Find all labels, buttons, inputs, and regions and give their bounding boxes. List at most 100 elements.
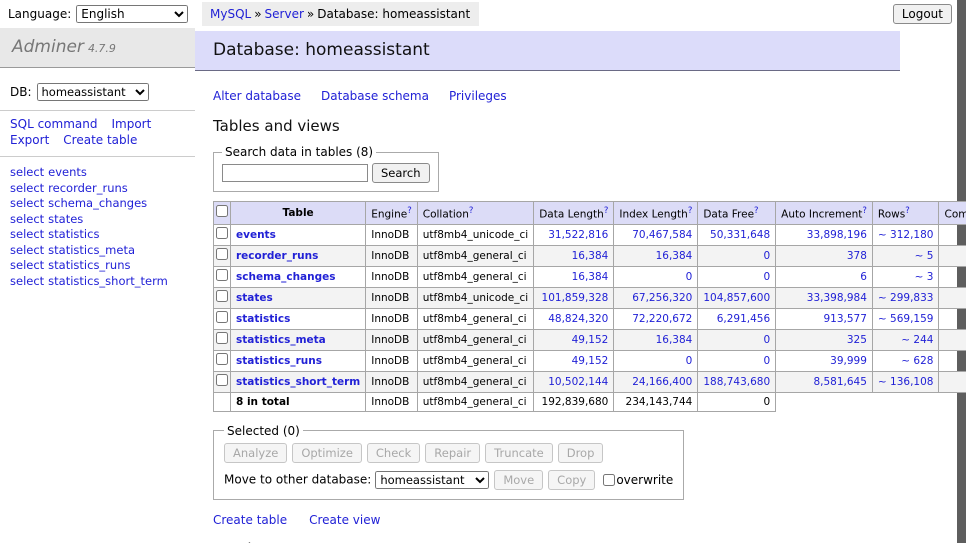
table-name-link[interactable]: recorder_runs	[236, 250, 318, 262]
table-name-link[interactable]: states	[236, 292, 273, 304]
drop-button[interactable]: Drop	[558, 443, 604, 463]
table-name-link[interactable]: statistics_short_term	[236, 376, 360, 388]
select-link[interactable]: select	[10, 181, 44, 195]
breadcrumb-driver-link[interactable]: MySQL	[210, 7, 251, 21]
rows-count-link[interactable]: ~ 299,833	[878, 292, 934, 304]
help-link[interactable]: ?	[604, 206, 609, 216]
search-button[interactable]: Search	[372, 163, 430, 183]
language-select[interactable]: English	[76, 5, 188, 23]
data-length-link[interactable]: 101,859,328	[542, 292, 609, 304]
select-link[interactable]: select	[10, 274, 44, 288]
auto-increment-link[interactable]: 325	[847, 334, 867, 346]
create-view-link[interactable]: Create view	[309, 513, 380, 527]
help-link[interactable]: ?	[688, 206, 693, 216]
help-link[interactable]: ?	[469, 206, 474, 216]
repair-button[interactable]: Repair	[425, 443, 480, 463]
select-link[interactable]: select	[10, 196, 44, 210]
help-link[interactable]: ?	[754, 206, 759, 216]
alter-database-link[interactable]: Alter database	[213, 89, 301, 103]
sql-command-link[interactable]: SQL command	[10, 117, 97, 131]
table-link[interactable]: statistics_short_term	[48, 274, 168, 288]
create-table-link[interactable]: Create table	[213, 513, 287, 527]
db-select[interactable]: homeassistant	[37, 83, 149, 101]
row-checkbox[interactable]	[216, 269, 228, 281]
data-length-link[interactable]: 31,522,816	[548, 229, 608, 241]
import-link[interactable]: Import	[111, 117, 151, 131]
table-name-link[interactable]: statistics_runs	[236, 355, 322, 367]
data-length-link[interactable]: 49,152	[572, 355, 609, 367]
data-free-link[interactable]: 0	[763, 250, 770, 262]
row-checkbox[interactable]	[216, 353, 228, 365]
index-length-link[interactable]: 16,384	[656, 334, 693, 346]
index-length-link[interactable]: 72,220,672	[632, 313, 692, 325]
rows-count-link[interactable]: ~ 312,180	[878, 229, 934, 241]
table-link[interactable]: events	[48, 165, 87, 179]
select-link[interactable]: select	[10, 243, 44, 257]
auto-increment-link[interactable]: 8,581,645	[813, 376, 866, 388]
auto-increment-link[interactable]: 378	[847, 250, 867, 262]
move-button[interactable]: Move	[494, 470, 543, 490]
rows-count-link[interactable]: ~ 3	[915, 271, 934, 283]
row-checkbox[interactable]	[216, 332, 228, 344]
overwrite-checkbox[interactable]	[603, 474, 615, 486]
auto-increment-link[interactable]: 913,577	[824, 313, 867, 325]
search-input[interactable]	[222, 164, 368, 182]
move-db-select[interactable]: homeassistant	[375, 471, 489, 489]
auto-increment-link[interactable]: 39,999	[830, 355, 867, 367]
data-length-link[interactable]: 16,384	[572, 250, 609, 262]
privileges-link[interactable]: Privileges	[449, 89, 507, 103]
select-link[interactable]: select	[10, 227, 44, 241]
data-length-link[interactable]: 49,152	[572, 334, 609, 346]
table-link[interactable]: recorder_runs	[48, 181, 128, 195]
rows-count-link[interactable]: ~ 244	[901, 334, 933, 346]
data-free-link[interactable]: 0	[763, 271, 770, 283]
data-length-link[interactable]: 48,824,320	[548, 313, 608, 325]
create-table-link-sidebar[interactable]: Create table	[63, 133, 137, 147]
data-free-link[interactable]: 50,331,648	[710, 229, 770, 241]
rows-count-link[interactable]: ~ 136,108	[878, 376, 934, 388]
rows-count-link[interactable]: ~ 5	[915, 250, 934, 262]
database-schema-link[interactable]: Database schema	[321, 89, 429, 103]
help-link[interactable]: ?	[407, 206, 412, 216]
export-link[interactable]: Export	[10, 133, 49, 147]
help-link[interactable]: ?	[862, 206, 867, 216]
optimize-button[interactable]: Optimize	[292, 443, 362, 463]
table-name-link[interactable]: events	[236, 229, 276, 241]
index-length-link[interactable]: 16,384	[656, 250, 693, 262]
select-link[interactable]: select	[10, 165, 44, 179]
data-free-link[interactable]: 6,291,456	[717, 313, 770, 325]
row-checkbox[interactable]	[216, 290, 228, 302]
select-link[interactable]: select	[10, 212, 44, 226]
index-length-link[interactable]: 0	[686, 355, 693, 367]
data-length-link[interactable]: 10,502,144	[548, 376, 608, 388]
table-link[interactable]: schema_changes	[48, 196, 147, 210]
select-all-checkbox[interactable]	[216, 205, 228, 217]
auto-increment-link[interactable]: 33,898,196	[807, 229, 867, 241]
select-link[interactable]: select	[10, 258, 44, 272]
data-free-link[interactable]: 188,743,680	[703, 376, 770, 388]
auto-increment-link[interactable]: 6	[860, 271, 867, 283]
row-checkbox[interactable]	[216, 374, 228, 386]
rows-count-link[interactable]: ~ 628	[901, 355, 933, 367]
truncate-button[interactable]: Truncate	[485, 443, 553, 463]
analyze-button[interactable]: Analyze	[224, 443, 287, 463]
table-name-link[interactable]: statistics_meta	[236, 334, 326, 346]
table-name-link[interactable]: schema_changes	[236, 271, 336, 283]
table-link[interactable]: statistics_runs	[48, 258, 130, 272]
row-checkbox[interactable]	[216, 248, 228, 260]
table-link[interactable]: statistics	[48, 227, 99, 241]
index-length-link[interactable]: 70,467,584	[632, 229, 692, 241]
data-length-link[interactable]: 16,384	[572, 271, 609, 283]
check-button[interactable]: Check	[367, 443, 420, 463]
data-free-link[interactable]: 104,857,600	[703, 292, 770, 304]
breadcrumb-server-link[interactable]: Server	[265, 7, 304, 21]
row-checkbox[interactable]	[216, 227, 228, 239]
data-free-link[interactable]: 0	[763, 334, 770, 346]
index-length-link[interactable]: 24,166,400	[632, 376, 692, 388]
table-link[interactable]: statistics_meta	[48, 243, 135, 257]
table-link[interactable]: states	[48, 212, 83, 226]
index-length-link[interactable]: 0	[686, 271, 693, 283]
help-link[interactable]: ?	[905, 206, 910, 216]
table-name-link[interactable]: statistics	[236, 313, 290, 325]
auto-increment-link[interactable]: 33,398,984	[807, 292, 867, 304]
